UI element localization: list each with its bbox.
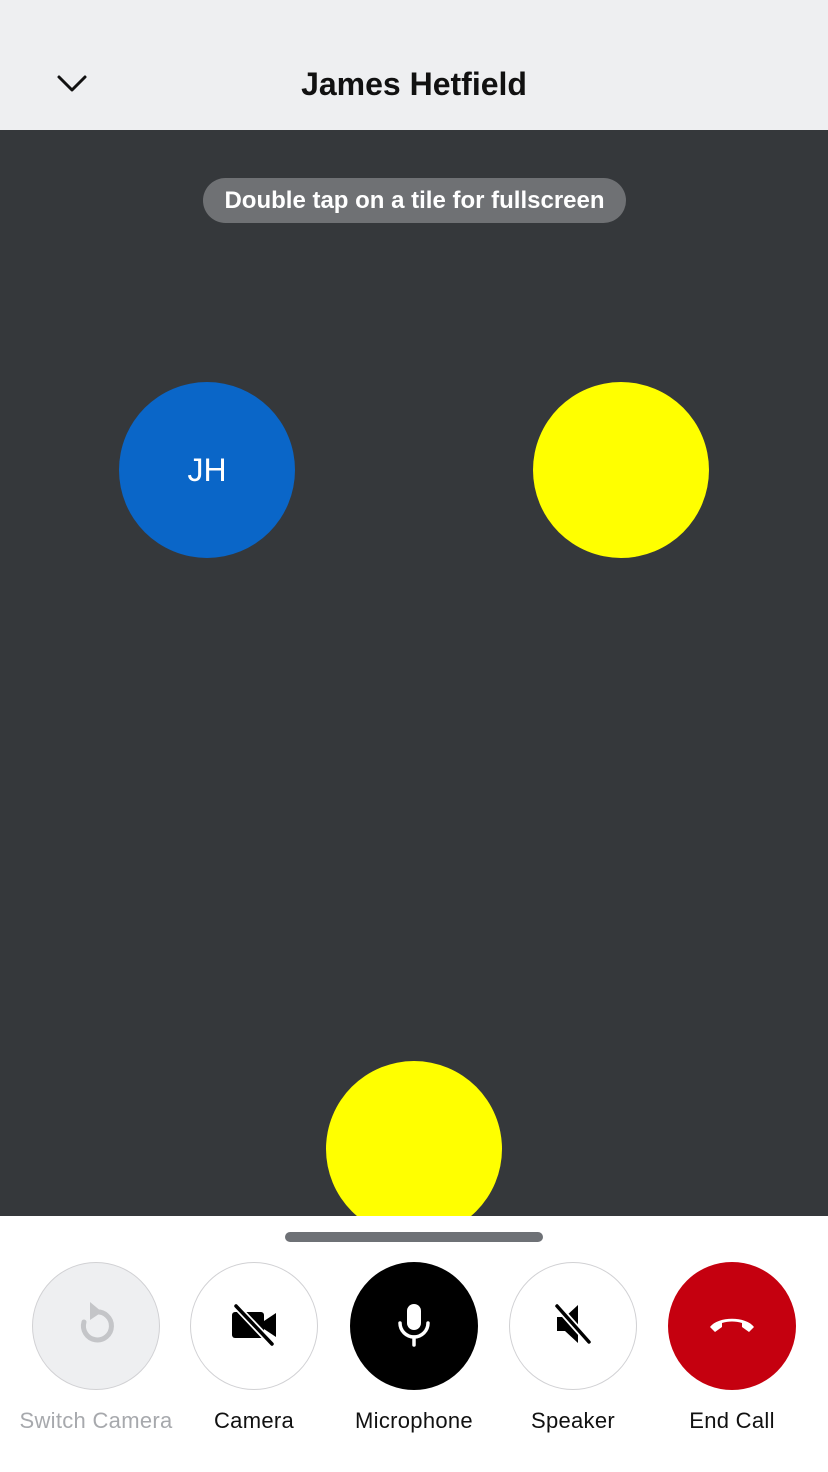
participant-tile[interactable]: JH <box>119 382 295 558</box>
caller-name: James Hetfield <box>301 66 527 102</box>
end-call-control: End Call <box>652 1262 812 1452</box>
fullscreen-hint: Double tap on a tile for fullscreen <box>203 178 626 223</box>
call-controls: Switch Camera Camera Microphone Speaker … <box>0 1216 828 1472</box>
speaker-button[interactable] <box>509 1262 637 1390</box>
microphone-label: Microphone <box>355 1408 473 1433</box>
drag-handle[interactable] <box>285 1232 543 1242</box>
switch-camera-button[interactable] <box>32 1262 160 1390</box>
camera-button[interactable] <box>190 1262 318 1390</box>
hang-up-icon <box>704 1296 760 1357</box>
video-off-icon <box>226 1296 282 1357</box>
switch-camera-icon <box>68 1296 124 1357</box>
speaker-label: Speaker <box>530 1408 616 1433</box>
camera-control: Camera <box>174 1262 334 1452</box>
call-screen: James Hetfield Double tap on a tile for … <box>0 0 828 1472</box>
end-call-label: End Call <box>689 1408 775 1433</box>
speaker-control: Speaker <box>493 1262 653 1452</box>
microphone-icon <box>386 1296 442 1357</box>
microphone-button[interactable] <box>350 1262 478 1390</box>
microphone-control: Microphone <box>334 1262 494 1452</box>
participant-tile[interactable] <box>326 1061 502 1216</box>
end-call-button[interactable] <box>668 1262 796 1390</box>
switch-camera-control: Switch Camera <box>16 1262 176 1452</box>
participant-initials: JH <box>187 451 227 488</box>
participant-tile[interactable] <box>533 382 709 558</box>
call-header: James Hetfield <box>0 0 828 130</box>
speaker-off-icon <box>545 1296 601 1357</box>
switch-camera-label: Switch Camera <box>19 1408 173 1433</box>
camera-label: Camera <box>213 1408 295 1433</box>
video-stage: Double tap on a tile for fullscreen JH <box>0 130 828 1216</box>
